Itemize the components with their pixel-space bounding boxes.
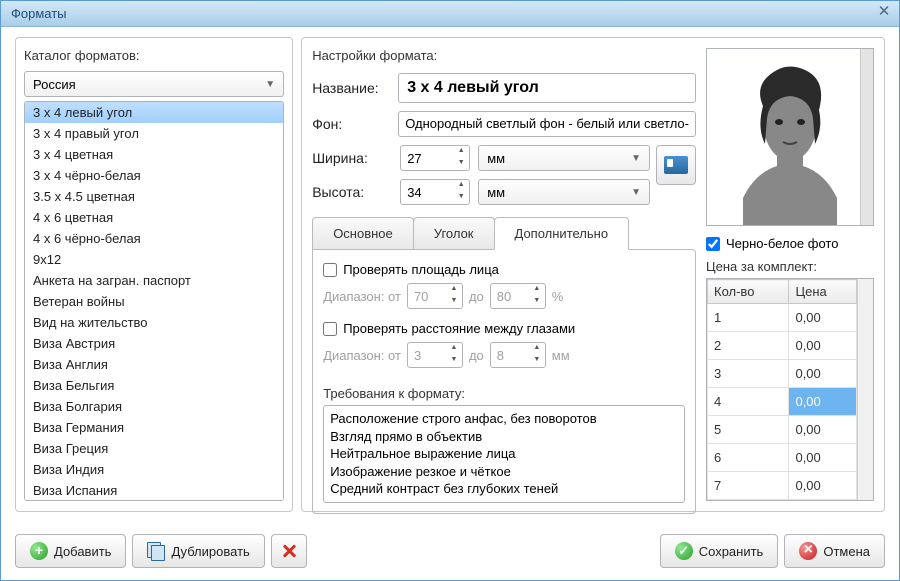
price-table[interactable]: Кол-во Цена 10,0020,0030,0040,0050,0060,… <box>706 278 874 501</box>
id-card-button[interactable] <box>656 145 696 185</box>
width-label: Ширина: <box>312 150 392 166</box>
chevron-down-icon: ▼ <box>631 187 641 198</box>
format-item[interactable]: Виза Бельгия <box>25 375 283 396</box>
price-row[interactable]: 70,00 <box>708 472 857 500</box>
format-list[interactable]: 3 x 4 левый угол3 x 4 правый угол3 x 4 ц… <box>24 101 284 501</box>
catalog-label: Каталог форматов: <box>24 48 284 63</box>
bg-label: Фон: <box>312 116 392 132</box>
requirements-label: Требования к формату: <box>323 386 685 401</box>
formats-dialog: Форматы ✕ Каталог форматов: Россия ▼ 3 x… <box>0 0 900 581</box>
format-item[interactable]: Виза Австрия <box>25 333 283 354</box>
format-item[interactable]: Виза Болгария <box>25 396 283 417</box>
price-label: Цена за комплект: <box>706 259 874 274</box>
face-area-range: Диапазон: от 70▲▼ до 80▲▼ % <box>323 283 685 309</box>
cancel-icon <box>799 542 817 560</box>
price-row[interactable]: 40,00 <box>708 388 857 416</box>
eye-to-input[interactable]: 8▲▼ <box>490 342 546 368</box>
price-row[interactable]: 10,00 <box>708 304 857 332</box>
add-button[interactable]: Добавить <box>15 534 126 568</box>
face-from-input[interactable]: 70▲▼ <box>407 283 463 309</box>
catalog-panel: Каталог форматов: Россия ▼ 3 x 4 левый у… <box>15 37 293 512</box>
format-item[interactable]: 3 x 4 цветная <box>25 144 283 165</box>
close-icon[interactable]: ✕ <box>875 5 893 23</box>
format-item[interactable]: Анкета на загран. паспорт <box>25 270 283 291</box>
settings-left: Настройки формата: Название: Фон: Одноро… <box>312 48 696 501</box>
portrait-placeholder <box>715 48 865 226</box>
face-area-checkbox[interactable] <box>323 263 337 277</box>
format-item[interactable]: Виза Греция <box>25 438 283 459</box>
face-area-label: Проверять площадь лица <box>343 262 499 277</box>
chevron-down-icon: ▼ <box>265 79 275 90</box>
tabs-container: Основное Уголок Дополнительно Проверять … <box>312 217 696 514</box>
save-button[interactable]: Сохранить <box>660 534 779 568</box>
settings-label: Настройки формата: <box>312 48 696 63</box>
height-unit-select[interactable]: мм ▼ <box>478 179 650 205</box>
format-item[interactable]: Виза Индия <box>25 459 283 480</box>
duplicate-button[interactable]: Дублировать <box>132 534 264 568</box>
height-spinner-buttons[interactable]: ▲▼ <box>453 180 469 204</box>
format-item[interactable]: 3 x 4 чёрно-белая <box>25 165 283 186</box>
cancel-button[interactable]: Отмена <box>784 534 885 568</box>
price-row[interactable]: 30,00 <box>708 360 857 388</box>
width-input[interactable]: 27 ▲▼ <box>400 145 470 171</box>
eye-distance-checkbox[interactable] <box>323 322 337 336</box>
format-item[interactable]: 4 x 6 цветная <box>25 207 283 228</box>
delete-icon <box>280 542 298 560</box>
id-card-icon <box>664 156 688 174</box>
settings-right: Черно-белое фото Цена за комплект: Кол-в… <box>706 48 874 501</box>
format-item[interactable]: 3 x 4 правый угол <box>25 123 283 144</box>
bw-label: Черно-белое фото <box>726 236 838 251</box>
format-item[interactable]: Ветеран войны <box>25 291 283 312</box>
tab-content-extra: Проверять площадь лица Диапазон: от 70▲▼… <box>312 249 696 514</box>
format-item[interactable]: 3.5 x 4.5 цветная <box>25 186 283 207</box>
delete-button[interactable] <box>271 534 307 568</box>
width-spinner-buttons[interactable]: ▲▼ <box>453 146 469 170</box>
col-qty[interactable]: Кол-во <box>708 280 789 304</box>
format-item[interactable]: 3 x 4 левый угол <box>25 102 283 123</box>
format-item[interactable]: 4 x 6 чёрно-белая <box>25 228 283 249</box>
price-row[interactable]: 20,00 <box>708 332 857 360</box>
col-price[interactable]: Цена <box>789 280 857 304</box>
requirements-textarea[interactable]: Расположение строго анфас, без поворотов… <box>323 405 685 503</box>
face-to-input[interactable]: 80▲▼ <box>490 283 546 309</box>
bg-input[interactable]: Однородный светлый фон - белый или светл… <box>398 111 696 137</box>
tab-extra[interactable]: Дополнительно <box>494 217 630 250</box>
duplicate-icon <box>147 542 165 560</box>
footer: Добавить Дублировать Сохранить Отмена <box>15 534 885 568</box>
eye-from-input[interactable]: 3▲▼ <box>407 342 463 368</box>
dialog-content: Каталог форматов: Россия ▼ 3 x 4 левый у… <box>1 27 899 524</box>
format-item[interactable]: Вид на жительство <box>25 312 283 333</box>
format-item[interactable]: Виза Англия <box>25 354 283 375</box>
format-item[interactable]: Виза Испания <box>25 480 283 501</box>
photo-preview <box>706 48 874 226</box>
price-scrollbar[interactable] <box>857 279 873 500</box>
format-item[interactable]: 9х12 <box>25 249 283 270</box>
price-row[interactable]: 60,00 <box>708 444 857 472</box>
country-select[interactable]: Россия ▼ <box>24 71 284 97</box>
height-input[interactable]: 34 ▲▼ <box>400 179 470 205</box>
tab-main[interactable]: Основное <box>312 217 414 249</box>
bw-checkbox[interactable] <box>706 237 720 251</box>
settings-panel: Настройки формата: Название: Фон: Одноро… <box>301 37 885 512</box>
price-row[interactable]: 50,00 <box>708 416 857 444</box>
eye-distance-label: Проверять расстояние между глазами <box>343 321 575 336</box>
titlebar: Форматы ✕ <box>1 1 899 27</box>
window-title: Форматы <box>11 6 875 21</box>
width-unit-select[interactable]: мм ▼ <box>478 145 650 171</box>
add-icon <box>30 542 48 560</box>
name-input[interactable] <box>398 73 696 103</box>
tab-corner[interactable]: Уголок <box>413 217 495 249</box>
format-item[interactable]: Виза Германия <box>25 417 283 438</box>
tabs-header: Основное Уголок Дополнительно <box>312 217 696 249</box>
country-value: Россия <box>33 77 76 92</box>
height-label: Высота: <box>312 184 392 200</box>
name-label: Название: <box>312 80 392 96</box>
check-icon <box>675 542 693 560</box>
eye-distance-range: Диапазон: от 3▲▼ до 8▲▼ мм <box>323 342 685 368</box>
chevron-down-icon: ▼ <box>631 153 641 164</box>
